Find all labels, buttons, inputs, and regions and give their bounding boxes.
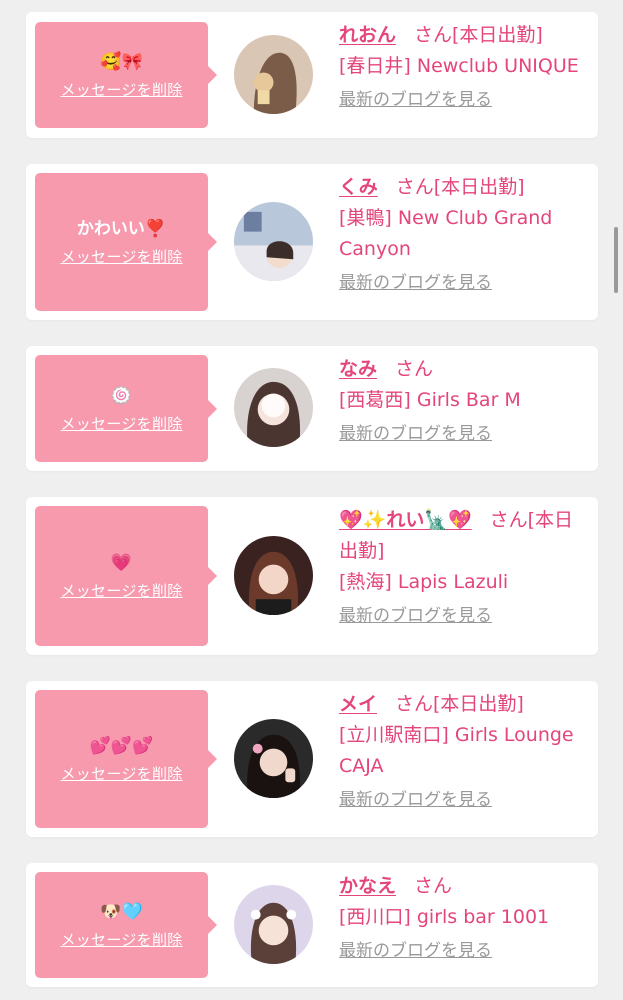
message-text: 💕💕💕 [89,736,154,756]
scrollbar[interactable] [614,227,618,293]
list-item: 🍥 メッセージを削除 なみ さん [西葛西] Girls Bar M 最新のブログ… [26,346,598,471]
latest-blog-link[interactable]: 最新のブログを見る [339,788,492,812]
latest-blog-link[interactable]: 最新のブログを見る [339,939,492,963]
delete-message-link[interactable]: メッセージを削除 [60,931,182,949]
cast-name-link[interactable]: 💖✨れい🗽💖 [339,509,472,531]
venue-text: [巣鴨] New Club Grand Canyon [339,207,553,260]
cast-name-link[interactable]: かなえ [339,875,396,897]
latest-blog-link[interactable]: 最新のブログを見る [339,604,492,628]
avatar[interactable] [234,35,313,114]
cast-name-link[interactable]: メイ [339,693,377,715]
cast-status: さん[本日出勤] [395,693,524,715]
cast-name-link[interactable]: くみ [339,176,378,198]
venue-text: [西葛西] Girls Bar M [339,389,521,411]
latest-blog-link[interactable]: 最新のブログを見る [339,88,492,112]
delete-message-link[interactable]: メッセージを削除 [60,248,182,266]
delete-message-link[interactable]: メッセージを削除 [60,765,182,783]
list-item: 💕💕💕 メッセージを削除 メイ さん[本日出勤] [立川駅南口] Girls Lo… [26,681,598,837]
cast-info: かなえ さん [西川口] girls bar 1001 最新のブログを見る [339,871,590,963]
venue-text: [春日井] Newclub UNIQUE [339,55,579,77]
delete-message-link[interactable]: メッセージを削除 [60,415,182,433]
avatar[interactable] [234,885,313,964]
venue-text: [熱海] Lapis Lazuli [339,571,509,593]
delete-message-link[interactable]: メッセージを削除 [60,81,182,99]
cast-status: さん [395,358,434,380]
cast-info: メイ さん[本日出勤] [立川駅南口] Girls Lounge CAJA 最新の… [339,689,590,812]
message-bubble: 💗 メッセージを削除 [35,506,217,646]
message-text: 🥰🎀 [100,52,143,72]
avatar[interactable] [234,536,313,615]
message-text: かわいい❣️ [76,219,167,239]
cast-info: 💖✨れい🗽💖 さん[本日出勤] [熱海] Lapis Lazuli 最新のブログを… [339,505,590,628]
message-text: 🐶🩵 [100,902,143,922]
list-item: 🥰🎀 メッセージを削除 れおん さん[本日出勤] [春日井] Newclub UN… [26,12,598,138]
cast-status: さん[本日出勤] [395,176,525,198]
message-bubble: 💕💕💕 メッセージを削除 [35,690,217,828]
avatar[interactable] [234,368,313,447]
delete-message-link[interactable]: メッセージを削除 [60,582,182,600]
cast-status: さん[本日出勤] [414,24,543,46]
cast-status: さん [414,875,453,897]
message-text: 💗 [110,553,133,573]
message-text: 🍥 [110,385,133,406]
list-item: かわいい❣️ メッセージを削除 くみ さん[本日出勤] [巣鴨] New Club… [26,164,598,320]
list-item: 💗 メッセージを削除 💖✨れい🗽💖 さん[本日出勤] [熱海] Lapis Laz… [26,497,598,655]
venue-text: [立川駅南口] Girls Lounge CAJA [339,724,574,777]
cast-name-link[interactable]: なみ [339,358,377,380]
cast-info: くみ さん[本日出勤] [巣鴨] New Club Grand Canyon 最新… [339,172,590,295]
message-bubble: 🍥 メッセージを削除 [35,355,217,462]
message-bubble: かわいい❣️ メッセージを削除 [35,173,217,311]
favorites-list: 🥰🎀 メッセージを削除 れおん さん[本日出勤] [春日井] Newclub UN… [0,0,623,1000]
cast-info: れおん さん[本日出勤] [春日井] Newclub UNIQUE 最新のブログを… [339,20,590,112]
avatar[interactable] [234,202,313,281]
latest-blog-link[interactable]: 最新のブログを見る [339,422,492,446]
venue-text: [西川口] girls bar 1001 [339,906,550,928]
message-bubble: 🥰🎀 メッセージを削除 [35,22,217,128]
message-bubble: 🐶🩵 メッセージを削除 [35,872,217,978]
avatar[interactable] [234,719,313,798]
list-item: 🐶🩵 メッセージを削除 かなえ さん [西川口] girls bar 1001 最… [26,863,598,987]
cast-info: なみ さん [西葛西] Girls Bar M 最新のブログを見る [339,354,590,446]
cast-name-link[interactable]: れおん [339,24,396,46]
latest-blog-link[interactable]: 最新のブログを見る [339,271,492,295]
